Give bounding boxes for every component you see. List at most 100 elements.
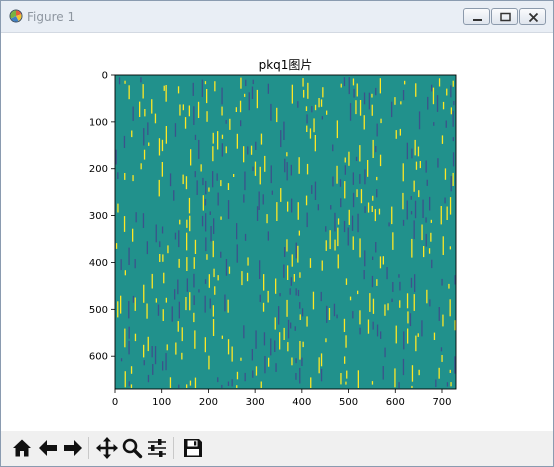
heatmap-stripe-high [260,381,262,388]
heatmap-stripe-high [442,236,444,255]
heatmap-stripe-low [205,213,207,232]
heatmap-stripe-high [212,319,215,336]
heatmap-stripe-high [247,257,249,266]
heatmap-stripe-high [132,228,134,242]
heatmap-stripe-high [344,181,346,199]
heatmap-stripe-low [414,200,417,219]
pan-button[interactable] [95,435,119,461]
heatmap-stripe-low [221,143,223,157]
heatmap-stripe-high [400,101,402,105]
heatmap-stripe-high [379,256,382,269]
heatmap-stripe-low [198,289,200,293]
heatmap-stripe-high [407,311,409,324]
heatmap-stripe-high [134,333,137,342]
heatmap-stripe-high [428,248,431,254]
heatmap-stripe-high [376,279,378,286]
heatmap-stripe-low [236,244,238,263]
heatmap-stripe-low [343,220,346,233]
x-tick-label: 600 [386,397,405,408]
minimize-button[interactable] [463,8,490,25]
heatmap-stripe-high [200,164,202,172]
heatmap-stripe-high [293,274,295,282]
back-button[interactable] [36,435,60,461]
heatmap-stripe-high [184,117,187,129]
heatmap-chart: pkq1图片 0 100 200 300 400 500 600 700 0 100 200 300 4… [89,58,457,408]
heatmap-stripe-high [213,268,215,278]
toolbar-separator [173,437,174,459]
heatmap-stripe-low [311,185,313,194]
heatmap-stripe-high [418,190,420,198]
heatmap-stripe-low [297,289,300,297]
heatmap-stripe-low [375,242,377,253]
heatmap-stripe-high [142,84,144,99]
heatmap-stripe-high [287,201,289,212]
heatmap-stripe-low [217,377,219,383]
heatmap-stripe-low [123,135,126,148]
heatmap-stripe-low [299,367,301,384]
heatmap-stripe-low [209,211,211,215]
heatmap-stripe-high [337,218,340,225]
home-icon [13,439,31,457]
y-tick-label: 100 [89,117,108,128]
heatmap-stripe-low [162,361,164,371]
heatmap-stripe-high [259,166,261,185]
heatmap-stripe-high [165,126,167,144]
heatmap-stripe-high [220,216,222,220]
zoom-button[interactable] [120,435,144,461]
heatmap-stripe-high [140,163,142,170]
heatmap-stripe-high [291,254,293,267]
heatmap-stripe-low [240,120,242,127]
heatmap-stripe-high [404,80,406,85]
heatmap-stripe-low [402,219,405,226]
heatmap-stripe-low [244,171,246,191]
heatmap-stripe-low [255,141,257,150]
heatmap-stripe-low [178,384,180,388]
heatmap-stripe-low [399,281,401,291]
heatmap-stripe-high [392,232,394,250]
heatmap-stripe-high [268,357,270,367]
heatmap-stripe-high [286,239,288,252]
heatmap-stripe-low [453,100,455,106]
heatmap-stripe-low [372,321,374,330]
heatmap-stripe-high [367,319,370,334]
close-button[interactable] [519,8,546,25]
heatmap-stripe-high [177,86,180,94]
heatmap-stripe-low [364,206,366,213]
heatmap-stripe-high [169,377,172,388]
save-button[interactable] [181,435,205,461]
close-icon [528,12,539,23]
heatmap-stripe-high [204,337,206,353]
heatmap-stripe-high [372,139,374,158]
heatmap-stripe-high [144,109,146,117]
heatmap-stripe-low [202,177,204,186]
configure-subplots-button[interactable] [145,435,169,461]
heatmap-stripe-high [337,254,339,269]
title-bar[interactable]: Figure 1 [1,1,553,33]
heatmap-stripe-high [426,289,428,304]
figure-canvas[interactable]: pkq1图片 0 100 200 300 400 500 600 700 0 100 200 300 4… [1,33,553,431]
heatmap-stripe-high [163,85,165,91]
heatmap-stripe-high [159,254,161,262]
maximize-button[interactable] [491,8,518,25]
heatmap-stripe-low [192,82,194,96]
heatmap-stripe-high [325,240,327,251]
heatmap-stripe-high [399,300,401,308]
forward-button[interactable] [61,435,85,461]
heatmap-stripe-high [318,98,320,108]
heatmap-stripe-low [410,277,413,288]
heatmap-stripe-high [387,303,389,311]
heatmap-stripe-high [446,206,448,220]
heatmap-stripe-low [301,308,304,317]
heatmap-stripe-high [374,209,376,222]
heatmap-stripe-high [298,157,300,174]
heatmap-stripe-high [262,302,265,312]
heatmap-stripe-low [320,368,323,382]
heatmap-stripe-high [452,172,454,186]
heatmap-stripe-high [143,149,146,160]
heatmap-stripe-low [247,146,249,155]
heatmap-stripe-high [334,239,336,251]
home-button[interactable] [10,435,34,461]
heatmap-stripe-low [263,332,266,346]
heatmap-stripe-low [422,199,424,218]
heatmap-stripe-high [179,219,181,225]
